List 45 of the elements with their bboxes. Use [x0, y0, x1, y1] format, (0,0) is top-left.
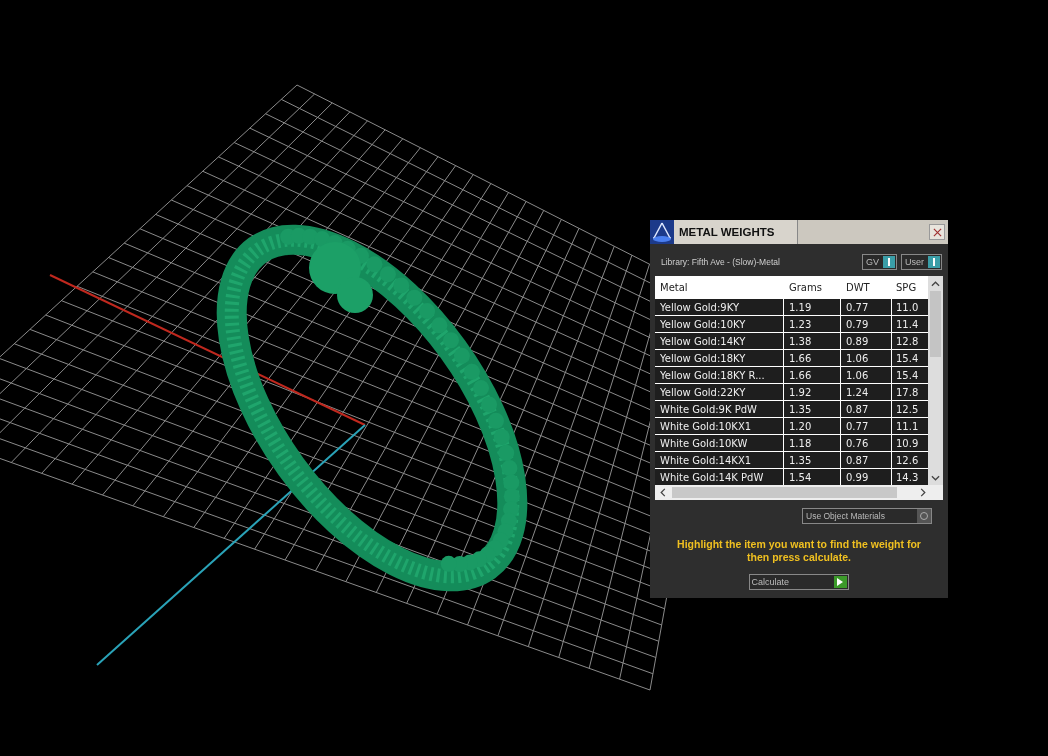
table-cell-text: 12.6	[895, 453, 920, 468]
table-cell-text: 12.5	[895, 402, 920, 417]
table-row[interactable]: Yellow Gold:18KY 1.66 1.06 15.4	[655, 349, 928, 366]
close-button[interactable]	[929, 224, 945, 240]
table-row[interactable]: Yellow Gold:9KY 1.19 0.77 11.0	[655, 298, 928, 315]
toggle-button[interactable]: User	[901, 254, 942, 270]
scroll-thumb[interactable]	[672, 487, 897, 498]
table-cell-text: 11.4	[895, 317, 920, 332]
table-cell-text: 12.8	[895, 334, 920, 349]
column-header[interactable]: Grams	[784, 276, 841, 298]
column-header[interactable]: SPG	[892, 276, 928, 298]
table-cell-text: 11.1	[895, 419, 920, 434]
scroll-thumb[interactable]	[930, 291, 941, 357]
table-row[interactable]: White Gold:14KX1 1.35 0.87 12.6	[655, 451, 928, 468]
column-header[interactable]: DWT	[841, 276, 892, 298]
table-cell-text: 15.4	[895, 351, 920, 366]
close-icon	[932, 227, 942, 237]
play-icon	[837, 578, 843, 586]
table-row[interactable]: Yellow Gold:14KY 1.38 0.89 12.8	[655, 332, 928, 349]
table-row[interactable]: Yellow Gold:18KY R... 1.66 1.06 15.4	[655, 366, 928, 383]
table-row[interactable]: White Gold:9K PdW 1.35 0.87 12.5	[655, 400, 928, 417]
table-row[interactable]: Yellow Gold:10KY 1.23 0.79 11.4	[655, 315, 928, 332]
hint-text: Highlight the item you want to find the weight for then press calculate.	[676, 538, 922, 564]
table-cell-text: 15.4	[895, 368, 920, 383]
table-row[interactable]: White Gold:10KW 1.18 0.76 10.9	[655, 434, 928, 451]
horizontal-scrollbar[interactable]	[655, 485, 943, 500]
column-header[interactable]: Metal	[655, 276, 784, 298]
window-title: METAL WEIGHTS	[679, 226, 775, 238]
table-cell-text: 14.3	[895, 470, 920, 485]
calculate-button[interactable]: Calculate	[748, 574, 849, 590]
table-row[interactable]: Yellow Gold:22KY 1.92 1.24 17.8	[655, 383, 928, 400]
toggle-button[interactable]: GV	[861, 254, 897, 270]
table-row[interactable]: White Gold:10KX1 1.20 0.77 11.1	[655, 417, 928, 434]
vertical-scrollbar[interactable]	[928, 276, 943, 485]
scroll-left-icon	[660, 488, 666, 497]
library-label: Library: Fifth Ave - (Slow)-Metal	[661, 257, 780, 267]
table-cell-text: 10.9	[895, 436, 920, 451]
table-row[interactable]: White Gold:14K PdW 1.54 0.99 14.3	[655, 468, 928, 485]
scroll-up-icon	[931, 281, 940, 287]
scroll-right-icon	[920, 488, 926, 497]
use-object-materials-toggle[interactable]: Use Object Materials	[802, 508, 932, 524]
table-cell-text: 17.8	[895, 385, 920, 400]
scale-icon	[650, 220, 674, 244]
scroll-down-icon	[931, 475, 940, 481]
table-cell-text: 11.0	[895, 300, 920, 315]
